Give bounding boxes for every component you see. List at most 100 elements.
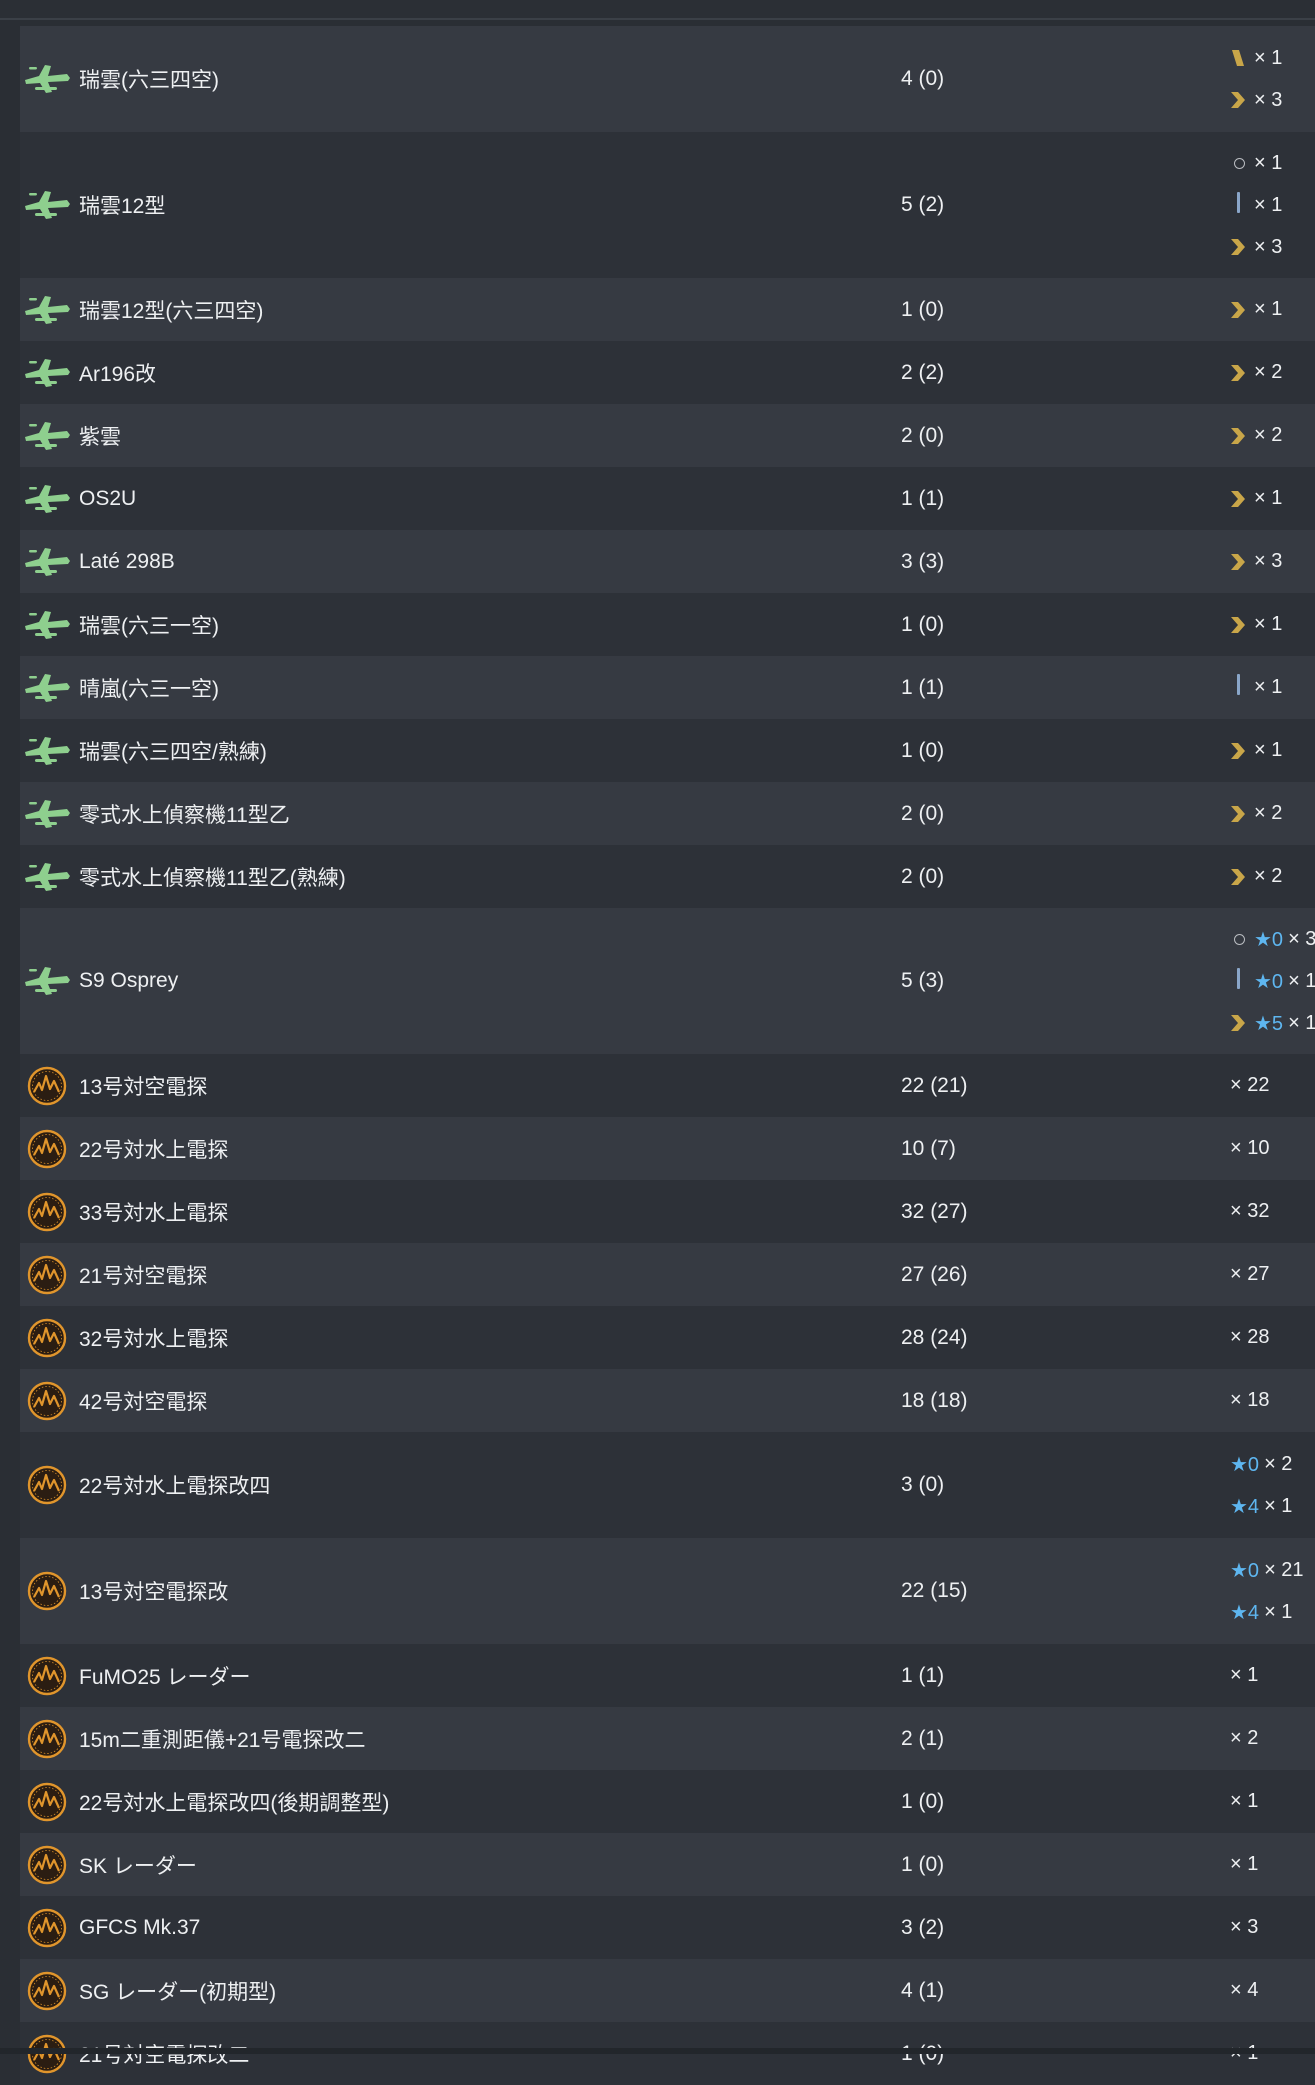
- improvement-entry: × 1: [1230, 667, 1315, 709]
- multiplier: × 2: [1230, 1727, 1259, 1749]
- multiplier: × 1: [1254, 298, 1283, 320]
- seaplane-icon: [23, 353, 71, 393]
- equipment-name: 瑞雲(六三一空): [79, 614, 219, 638]
- equipment-count: 5 (3): [901, 969, 945, 992]
- seaplane-icon: [23, 59, 71, 99]
- seaplane-icon: [23, 542, 71, 582]
- improvement-entry: × 1: [1230, 478, 1315, 520]
- improvement-star-level: ★0: [1230, 1559, 1260, 1582]
- multiplier: × 3: [1230, 1916, 1259, 1938]
- equipment-count: 1 (1): [901, 675, 945, 699]
- equipment-name: 15m二重測距儀+21号電探改二: [79, 1728, 366, 1752]
- improvement-star-level: ★0: [1254, 970, 1284, 993]
- pro-chevron-icon: [1230, 364, 1250, 382]
- equipment-row: 22号対水上電探改四(後期調整型) 1 (0) × 1: [20, 1770, 1315, 1833]
- improvement-entry: × 18: [1230, 1380, 1315, 1422]
- improvement-entry: × 3: [1230, 226, 1315, 268]
- radar-icon: [23, 1465, 71, 1505]
- equipment-name: SK レーダー: [79, 1854, 197, 1878]
- improvement-entry: × 1: [1230, 1844, 1315, 1886]
- equipment-name: 瑞雲(六三四空/熟練): [79, 740, 267, 764]
- improvement-entry: × 1: [1230, 37, 1315, 79]
- radar-icon: [23, 1381, 71, 1421]
- equipment-count: 28 (24): [901, 1325, 968, 1349]
- equipment-count: 4 (1): [901, 1978, 945, 2002]
- pro-chevron-icon: [1230, 805, 1250, 823]
- multiplier: × 18: [1230, 1389, 1270, 1411]
- multiplier: × 1: [1254, 46, 1283, 69]
- equipment-row: 零式水上偵察機11型乙 2 (0) × 2: [20, 782, 1315, 845]
- equipment-count: 3 (0): [901, 1473, 945, 1496]
- seaplane-icon: [23, 857, 71, 897]
- equipment-row: 33号対水上電探 32 (27) × 32: [20, 1180, 1315, 1243]
- equipment-name: GFCS Mk.37: [79, 1915, 201, 1939]
- equipment-row: GFCS Mk.37 3 (2) × 3: [20, 1896, 1315, 1959]
- seaplane-icon: [23, 290, 71, 330]
- equipment-row: 22号対水上電探改四 3 (0) ★0 × 2 ★4 × 1: [20, 1432, 1315, 1538]
- improvement-entry: × 3: [1230, 79, 1315, 121]
- seaplane-icon: [23, 668, 71, 708]
- improvement-entry: ★0 × 2: [1230, 1443, 1315, 1485]
- improvement-entry: × 2: [1230, 793, 1315, 835]
- multiplier: × 3: [1254, 88, 1283, 111]
- equipment-row: Ar196改 2 (2) × 2: [20, 341, 1315, 404]
- equipment-name: Ar196改: [79, 362, 157, 386]
- equipment-row: Laté 298B 3 (3) × 3: [20, 530, 1315, 593]
- multiplier: × 1: [1230, 1790, 1259, 1812]
- seaplane-icon: [23, 479, 71, 519]
- equipment-count: 22 (15): [901, 1579, 968, 1602]
- pro-chevron-icon: [1230, 301, 1250, 319]
- multiplier: × 1: [1288, 1011, 1315, 1034]
- equipment-name: 22号対水上電探改四: [79, 1475, 271, 1498]
- multiplier: × 1: [1230, 1664, 1259, 1686]
- equipment-row: FuMO25 レーダー 1 (1) × 1: [20, 1644, 1315, 1707]
- improvement-star-level: ★0: [1230, 1453, 1260, 1476]
- equipment-name: S9 Osprey: [79, 969, 179, 992]
- pro-chevron-icon: [1230, 742, 1250, 760]
- improvement-breakdown: × 2: [1230, 856, 1315, 898]
- multiplier: × 1: [1254, 613, 1283, 635]
- pro-2-icon: [1230, 49, 1250, 67]
- equipment-count: 10 (7): [901, 1136, 956, 1160]
- equipment-name: 42号対空電探: [79, 1390, 208, 1414]
- multiplier: × 2: [1254, 361, 1283, 383]
- equipment-name: 晴嵐(六三一空): [79, 677, 219, 701]
- equipment-name: Laté 298B: [79, 549, 175, 573]
- equipment-count: 32 (27): [901, 1199, 968, 1223]
- pro-1-icon: [1230, 967, 1250, 995]
- improvement-breakdown: ★0 × 2 ★4 × 1: [1230, 1443, 1315, 1527]
- equipment-name: 瑞雲12型: [79, 195, 166, 218]
- radar-icon: [23, 1908, 71, 1948]
- multiplier: × 3: [1254, 550, 1283, 572]
- pro-chevron-icon: [1230, 868, 1250, 886]
- improvement-breakdown: ★0 × 21 ★4 × 1: [1230, 1549, 1315, 1633]
- multiplier: × 1: [1254, 151, 1283, 174]
- equipment-count: 2 (0): [901, 801, 945, 825]
- equipment-name: 22号対水上電探改四(後期調整型): [79, 1791, 390, 1815]
- radar-icon: [23, 1192, 71, 1232]
- improvement-entry: × 27: [1230, 1254, 1315, 1296]
- equipment-row: SK レーダー 1 (0) × 1: [20, 1833, 1315, 1896]
- improvement-breakdown: × 1: [1230, 289, 1315, 331]
- improvement-entry: ★4 × 1: [1230, 1591, 1315, 1633]
- pro-1-icon: [1230, 191, 1250, 219]
- equipment-count: 22 (21): [901, 1073, 968, 1097]
- equipment-count: 2 (1): [901, 1726, 945, 1750]
- improvement-entry: × 2: [1230, 1718, 1315, 1760]
- multiplier: × 3: [1288, 927, 1315, 950]
- multiplier: × 21: [1264, 1558, 1304, 1581]
- pro-chevron-icon: [1230, 91, 1250, 109]
- multiplier: × 1: [1230, 1853, 1259, 1875]
- improvement-entry: × 2: [1230, 856, 1315, 898]
- equipment-count: 1 (0): [901, 297, 945, 321]
- equipment-row: 瑞雲12型 5 (2) × 1 × 1 × 3: [20, 132, 1315, 278]
- improvement-entry: × 1: [1230, 1655, 1315, 1697]
- radar-icon: [23, 1318, 71, 1358]
- improvement-entry: × 2: [1230, 415, 1315, 457]
- multiplier: × 1: [1264, 1600, 1293, 1623]
- seaplane-icon: [23, 185, 71, 225]
- improvement-breakdown: × 1: [1230, 478, 1315, 520]
- seaplane-icon: [23, 605, 71, 645]
- equipment-row: 晴嵐(六三一空) 1 (1) × 1: [20, 656, 1315, 719]
- pro-chevron-icon: [1230, 238, 1250, 256]
